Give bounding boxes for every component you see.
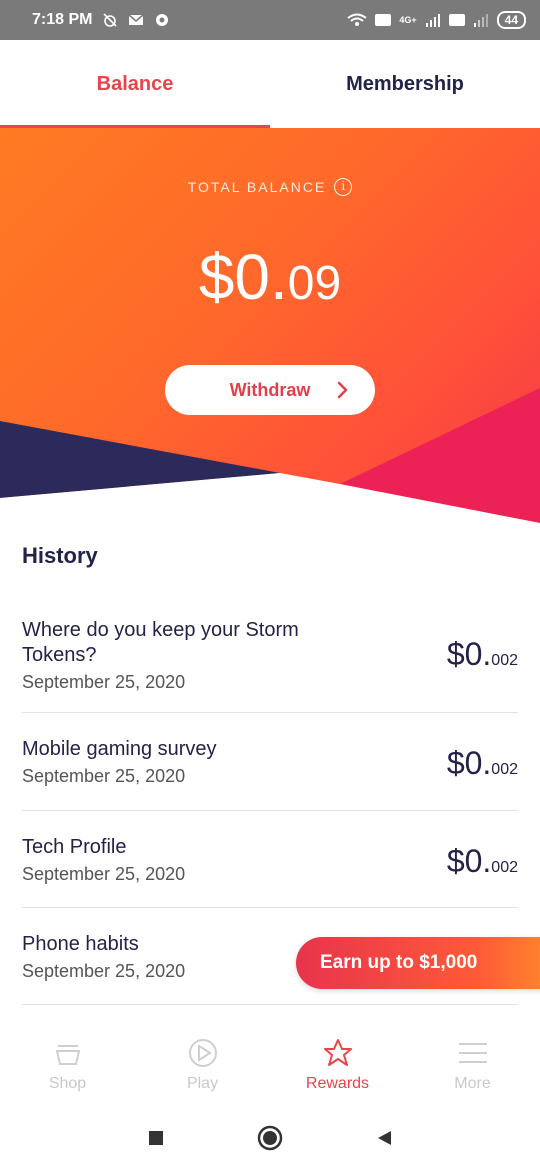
wifi-icon xyxy=(347,13,367,26)
withdraw-button[interactable]: Withdraw xyxy=(165,365,375,415)
shop-basket-icon xyxy=(55,1045,80,1065)
history-item-amount-small: 002 xyxy=(491,859,518,876)
earn-up-to-button[interactable]: Earn up to $1,000 xyxy=(296,937,540,989)
home-circle-icon[interactable] xyxy=(256,1124,284,1152)
history-title: History xyxy=(22,543,98,568)
play-circle-icon xyxy=(188,1039,217,1067)
network-type-label: 4G+ xyxy=(399,15,417,25)
nav-item-shop[interactable]: Shop xyxy=(0,1025,135,1105)
recents-square-icon[interactable] xyxy=(146,1128,166,1148)
nav-item-more[interactable]: More xyxy=(405,1025,540,1105)
history-item-date: September 25, 2020 xyxy=(22,766,186,786)
balance-amount-main: $0. xyxy=(198,241,288,313)
nav-item-play[interactable]: Play xyxy=(135,1025,270,1105)
signal-icon xyxy=(425,14,440,27)
total-balance-label: TOTAL BALANCE xyxy=(187,179,327,195)
mail-icon xyxy=(128,14,144,25)
status-bar: 7:18 PM 4G+ 44 xyxy=(0,0,540,40)
history-item-title: Phone habits xyxy=(22,933,139,955)
back-triangle-icon[interactable] xyxy=(374,1128,394,1148)
star-icon xyxy=(323,1039,352,1066)
history-item[interactable]: Tech Profile September 25, 2020 $0.002 xyxy=(22,811,518,908)
bottom-nav: Shop Play Rewards More xyxy=(0,1025,540,1105)
nav-item-rewards[interactable]: Rewards xyxy=(270,1025,405,1105)
withdraw-label: Withdraw xyxy=(229,379,311,400)
volte-icon xyxy=(375,14,392,26)
history-item-amount-main: $0. xyxy=(446,745,492,781)
status-time: 7:18 PM xyxy=(32,11,93,28)
history-item-title: Tech Profile xyxy=(22,836,127,858)
tab-membership[interactable]: Membership xyxy=(270,40,540,128)
history-item[interactable]: Mobile gaming survey September 25, 2020 … xyxy=(22,713,518,811)
balance-hero: TOTAL BALANCE i $0.09 Withdraw xyxy=(0,128,540,528)
history-item-title: Where do you keep your Storm Tokens? xyxy=(22,619,299,666)
history-item-date: September 25, 2020 xyxy=(22,864,186,884)
top-tabs: Balance Membership xyxy=(0,40,540,128)
menu-icon xyxy=(458,1043,487,1063)
tab-balance[interactable]: Balance xyxy=(0,40,270,128)
history-item-amount: $0.002 xyxy=(447,843,518,880)
history-item-amount: $0.002 xyxy=(447,636,518,673)
nav-label-play: Play xyxy=(186,1075,219,1092)
chevron-right-icon xyxy=(337,381,348,399)
history-item-title: Mobile gaming survey xyxy=(22,738,217,760)
total-balance-label-row: TOTAL BALANCE i xyxy=(0,178,540,196)
balance-amount-cents: 09 xyxy=(287,257,342,310)
info-icon[interactable]: i xyxy=(334,178,353,196)
history-item-amount-main: $0. xyxy=(446,636,492,672)
system-nav-bar xyxy=(0,1105,540,1170)
nav-label-rewards: Rewards xyxy=(305,1075,370,1092)
history-item-date: September 25, 2020 xyxy=(22,672,186,692)
history-item-amount-main: $0. xyxy=(446,843,492,879)
history-item-amount-small: 002 xyxy=(491,652,518,669)
history-item-amount-small: 002 xyxy=(491,761,518,778)
total-balance-amount: $0.09 xyxy=(0,240,540,314)
signal-icon-2 xyxy=(473,14,488,27)
alarm-off-icon xyxy=(103,13,118,27)
chrome-icon xyxy=(156,14,169,26)
history-item[interactable]: Where do you keep your Storm Tokens? Sep… xyxy=(22,600,518,713)
nav-label-more: More xyxy=(454,1075,491,1092)
battery-indicator: 44 xyxy=(496,11,526,29)
history-item-amount: $0.002 xyxy=(447,745,518,782)
nav-label-shop: Shop xyxy=(48,1075,87,1092)
volte-icon-2 xyxy=(448,14,465,26)
